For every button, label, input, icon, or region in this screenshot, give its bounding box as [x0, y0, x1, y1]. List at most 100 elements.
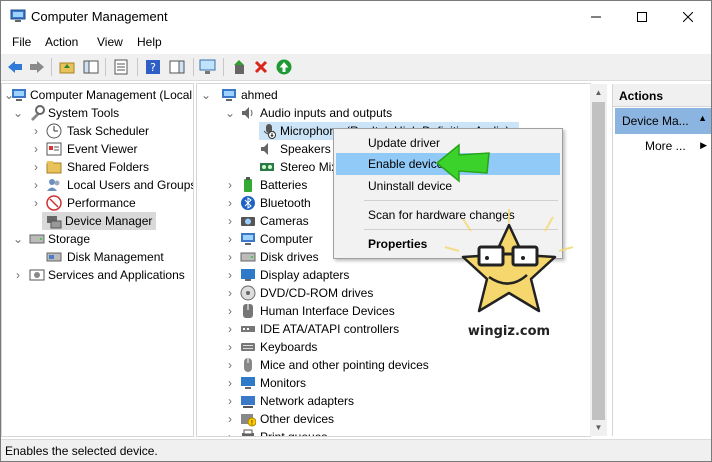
- scroll-down-icon[interactable]: ▼: [590, 419, 607, 436]
- green-pointer-arrow-icon: [435, 143, 490, 183]
- action-pane-icon: [169, 60, 185, 74]
- chevron-right-icon[interactable]: ›: [31, 122, 41, 140]
- menu-action[interactable]: Action: [45, 35, 78, 49]
- collapse-up-icon[interactable]: ▲: [698, 113, 707, 123]
- chevron-right-icon[interactable]: ›: [225, 392, 235, 410]
- device-category-icon: [241, 233, 255, 245]
- actions-pane: Actions Device Ma... ▲ More ... ▶: [612, 84, 711, 436]
- uninstall-button[interactable]: [251, 57, 271, 77]
- device-category-icon: [241, 343, 255, 351]
- menu-help[interactable]: Help: [137, 35, 162, 49]
- minimize-button[interactable]: [573, 1, 619, 32]
- maximize-button[interactable]: [619, 1, 665, 32]
- speaker-icon: [242, 107, 253, 119]
- chevron-right-icon[interactable]: ›: [225, 176, 235, 194]
- device-tree-scrollbar[interactable]: ▲ ▼: [590, 84, 607, 436]
- forward-button[interactable]: [27, 57, 47, 77]
- svg-text:?: ?: [150, 61, 156, 74]
- tree-item-event-viewer[interactable]: › Event Viewer: [4, 140, 193, 158]
- actions-section-device-manager[interactable]: Device Ma... ▲: [615, 108, 711, 134]
- minimize-icon: [591, 16, 601, 17]
- chevron-right-icon[interactable]: ›: [31, 140, 41, 158]
- chevron-right-icon[interactable]: ›: [225, 284, 235, 302]
- services-icon: [29, 269, 45, 281]
- chevron-right-icon[interactable]: ›: [225, 302, 235, 320]
- microphone-disabled-icon: [263, 124, 276, 139]
- device-category-icon: [244, 358, 252, 372]
- chevron-right-icon[interactable]: ›: [31, 176, 41, 194]
- chevron-right-icon[interactable]: ›: [225, 266, 235, 284]
- console-tree-icon: [83, 60, 99, 74]
- tree-item-shared-folders[interactable]: › Shared Folders: [4, 158, 193, 176]
- tree-item-computer-management[interactable]: ⌄ Computer Management (Local: [4, 86, 193, 104]
- stereo-mix-icon: [260, 163, 274, 171]
- status-text: Enables the selected device.: [5, 444, 158, 458]
- scroll-thumb[interactable]: [592, 102, 605, 420]
- chevron-right-icon[interactable]: ›: [225, 194, 235, 212]
- device-category-icon: [240, 252, 256, 262]
- menu-bar: File Action View Help: [1, 32, 711, 54]
- tree-item-performance[interactable]: › Performance: [4, 194, 193, 212]
- tree-item-device-manager[interactable]: Device Manager: [42, 212, 156, 230]
- disk-management-icon: [46, 252, 62, 262]
- title-bar: Computer Management: [1, 1, 711, 32]
- monitor-scan-icon: [199, 59, 216, 74]
- scan-hardware-button[interactable]: [198, 57, 218, 77]
- scroll-up-icon[interactable]: ▲: [590, 84, 607, 101]
- wingiz-watermark-logo: wingiz.com: [444, 209, 574, 339]
- up-folder-button[interactable]: [57, 57, 77, 77]
- close-icon: [683, 11, 693, 22]
- chevron-right-icon[interactable]: ›: [225, 230, 235, 248]
- console-tree-pane: ⌄ Computer Management (Local ⌄ System To…: [1, 83, 194, 437]
- update-driver-button[interactable]: [229, 57, 249, 77]
- chevron-right-icon[interactable]: ›: [225, 320, 235, 338]
- menu-file[interactable]: File: [12, 35, 31, 49]
- show-hide-tree-button[interactable]: [81, 57, 101, 77]
- export-list-button[interactable]: [111, 57, 131, 77]
- chevron-down-icon[interactable]: ⌄: [13, 230, 23, 248]
- device-category-icon: [241, 196, 255, 210]
- tree-item-storage[interactable]: ⌄ Storage: [4, 230, 193, 248]
- chevron-right-icon[interactable]: ›: [31, 194, 41, 212]
- chevron-right-icon[interactable]: ›: [225, 410, 235, 428]
- actions-header: Actions: [613, 84, 711, 107]
- show-action-pane-button[interactable]: [167, 57, 187, 77]
- chevron-right-icon[interactable]: ›: [225, 428, 235, 436]
- actions-more[interactable]: More ... ▶: [645, 137, 711, 157]
- close-button[interactable]: [665, 1, 711, 32]
- tree-item-system-tools[interactable]: ⌄ System Tools: [4, 104, 193, 122]
- chevron-right-icon[interactable]: ›: [13, 266, 23, 284]
- chevron-down-icon[interactable]: ⌄: [201, 86, 211, 104]
- computer-management-icon: [10, 9, 26, 22]
- chevron-right-icon[interactable]: ›: [225, 212, 235, 230]
- ctx-separator: [364, 200, 558, 201]
- chevron-down-icon[interactable]: ⌄: [13, 104, 23, 122]
- chevron-right-icon[interactable]: ›: [225, 338, 235, 356]
- update-driver-icon: [234, 60, 244, 74]
- status-bar: Enables the selected device.: [1, 439, 711, 461]
- device-category-icon: [240, 285, 256, 301]
- menu-view[interactable]: View: [97, 35, 123, 49]
- help-button[interactable]: ?: [143, 57, 163, 77]
- chevron-right-icon[interactable]: ›: [225, 356, 235, 374]
- enable-device-button[interactable]: [274, 57, 294, 77]
- window-title: Computer Management: [31, 9, 168, 24]
- chevron-down-icon[interactable]: ⌄: [225, 104, 235, 122]
- chevron-right-icon[interactable]: ›: [225, 374, 235, 392]
- back-button[interactable]: [5, 57, 25, 77]
- submenu-right-icon: ▶: [700, 140, 707, 150]
- arrow-left-icon: [8, 61, 22, 73]
- tools-icon: [31, 105, 45, 121]
- computer-icon: [222, 89, 236, 101]
- svg-text:!: !: [251, 420, 253, 427]
- help-icon: ?: [146, 60, 160, 74]
- tree-item-disk-management[interactable]: Disk Management: [4, 248, 193, 266]
- chevron-right-icon[interactable]: ›: [225, 248, 235, 266]
- device-category-icon: [241, 269, 255, 281]
- tree-item-task-scheduler[interactable]: › Task Scheduler: [4, 122, 193, 140]
- red-x-icon: [254, 60, 268, 74]
- tree-item-local-users-groups[interactable]: › Local Users and Groups: [4, 176, 193, 194]
- tree-item-services-applications[interactable]: › Services and Applications: [4, 266, 193, 284]
- chevron-right-icon[interactable]: ›: [31, 158, 41, 176]
- computer-management-window: Computer Management File Action View Hel…: [0, 0, 712, 462]
